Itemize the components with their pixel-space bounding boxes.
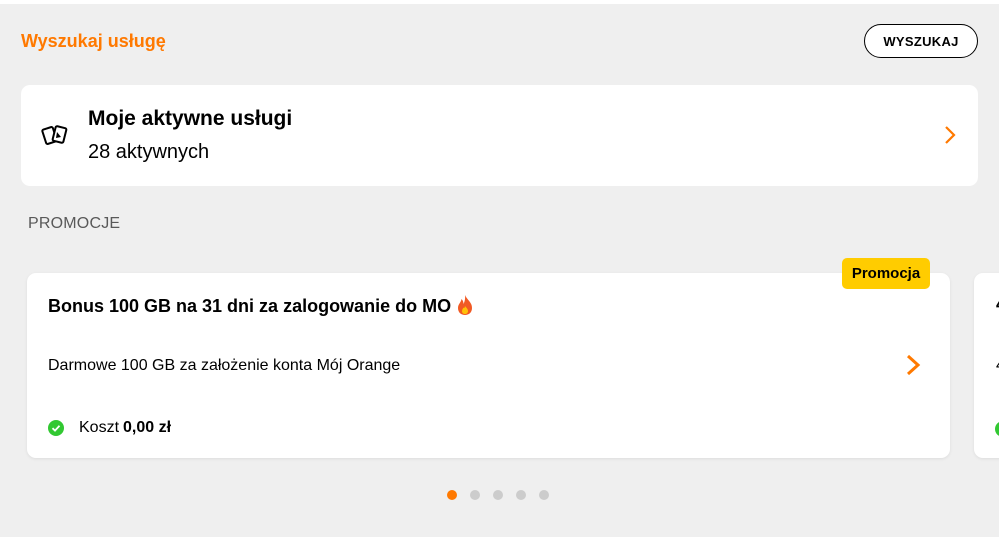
promotion-description: Darmowe 100 GB za założenie konta Mój Or… [48,357,401,374]
check-circle-icon [48,420,64,436]
promotion-title: Bonus 100 GB na 31 dni za zalogowanie do… [48,294,475,317]
cost-value: 0,00 zł [123,419,172,436]
fire-icon [458,295,473,315]
pagination-dot[interactable] [447,490,457,500]
search-service-link[interactable]: Wyszukaj usługę [21,31,166,52]
chevron-right-icon[interactable] [905,353,921,377]
top-divider [0,0,999,4]
promotion-card-next[interactable]: 4 4 [974,273,999,458]
promotion-card[interactable]: Bonus 100 GB na 31 dni za zalogowanie do… [27,273,950,458]
pagination-dot[interactable] [493,490,503,500]
carousel-pagination [447,490,549,500]
pagination-dot[interactable] [470,490,480,500]
promotion-badge: Promocja [842,258,930,289]
active-services-card[interactable]: Moje aktywne usługi 28 aktywnych [21,85,978,186]
active-services-title: Moje aktywne usługi [88,107,293,130]
check-circle-icon [995,422,999,436]
pagination-dot[interactable] [539,490,549,500]
promotions-section-label: PROMOCJE [28,215,121,232]
active-services-count: 28 aktywnych [88,141,210,163]
cards-icon [41,125,68,145]
search-button[interactable]: WYSZUKAJ [864,24,978,58]
pagination-dot[interactable] [516,490,526,500]
cost-label: Koszt [79,419,120,436]
chevron-right-icon[interactable] [943,125,957,145]
promotion-cost: Koszt 0,00 zł [48,419,171,437]
